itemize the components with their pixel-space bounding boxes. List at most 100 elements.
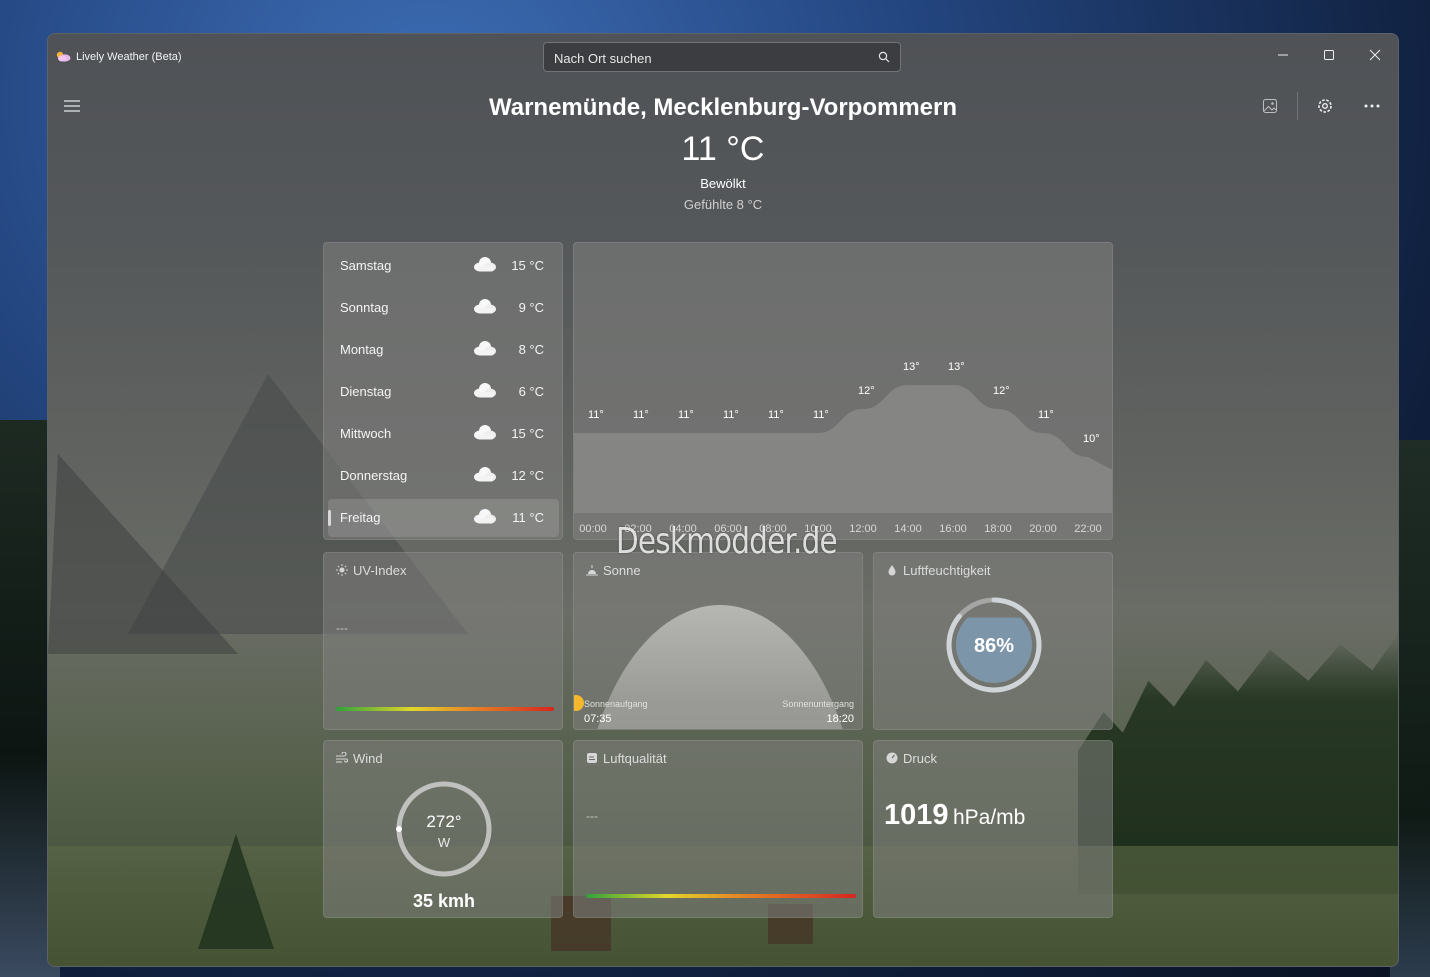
hourly-temp-label: 11° bbox=[633, 409, 649, 421]
sun-icon bbox=[336, 564, 348, 576]
forecast-day-row[interactable]: Sonntag 9 °C bbox=[328, 289, 559, 327]
hourly-temp-label: 13° bbox=[948, 361, 965, 373]
hourly-temp-label: 11° bbox=[768, 409, 784, 421]
sunrise-time: 07:35 bbox=[584, 713, 612, 725]
close-button[interactable] bbox=[1352, 40, 1398, 70]
hourly-chart: 11° 11° 11° 11° 11° 11° 12° 13° 13° 12° 11° 10° 00:0… bbox=[574, 361, 1112, 539]
hourly-time-label: 12:00 bbox=[849, 523, 877, 535]
cloud-icon bbox=[474, 467, 496, 482]
forecast-day-name: Mittwoch bbox=[340, 426, 392, 441]
wind-speed: 35 kmh bbox=[412, 891, 476, 911]
forecast-day-name: Montag bbox=[340, 342, 384, 357]
pressure-title: Druck bbox=[903, 751, 937, 766]
forecast-day-temp: 11 °C bbox=[512, 510, 544, 525]
cloud-icon bbox=[474, 299, 496, 314]
forecast-day-row[interactable]: Donnerstag 12 °C bbox=[328, 457, 559, 495]
minimize-icon bbox=[1278, 54, 1288, 56]
partly-cloudy-icon bbox=[474, 509, 496, 524]
daily-forecast-card: Samstag 15 °C Sonntag 9 °C Montag 8 °C Diensta… bbox=[323, 242, 563, 540]
sun-title: Sonne bbox=[603, 563, 641, 578]
uv-title: UV-Index bbox=[353, 563, 407, 578]
sun-arc bbox=[580, 605, 860, 729]
sunset-label: Sonnenuntergang bbox=[782, 699, 854, 709]
forecast-day-row[interactable]: Freitag 11 °C bbox=[328, 499, 559, 537]
temperature-area bbox=[574, 385, 1112, 513]
search-box[interactable]: Nach Ort suchen bbox=[543, 42, 901, 72]
hourly-temp-label: 13° bbox=[903, 361, 920, 373]
forecast-day-row[interactable]: Montag 8 °C bbox=[328, 331, 559, 369]
close-icon bbox=[1369, 49, 1381, 61]
forecast-day-name: Dienstag bbox=[340, 384, 392, 399]
current-temperature: 11 °C bbox=[681, 130, 765, 168]
sunrise-label: Sonnenaufgang bbox=[584, 699, 648, 709]
hourly-temp-label: 12° bbox=[993, 385, 1010, 397]
wind-degrees: 272° bbox=[426, 812, 462, 831]
pressure-value: 1019 bbox=[884, 799, 949, 831]
search-input[interactable]: Nach Ort suchen bbox=[554, 51, 652, 66]
sun-card: Sonne Sonnenaufgang 07:35 Sonnenuntergan… bbox=[573, 552, 863, 730]
background-tree bbox=[198, 834, 274, 949]
selection-indicator bbox=[328, 510, 331, 526]
hourly-time-label: 20:00 bbox=[1029, 523, 1057, 535]
forecast-day-temp: 15 °C bbox=[511, 426, 544, 441]
hourly-temp-label: 11° bbox=[723, 409, 739, 421]
hourly-temp-label: 11° bbox=[588, 409, 604, 421]
pressure-card: Druck 1019 hPa/mb bbox=[873, 740, 1113, 918]
sunrise-icon bbox=[586, 565, 598, 576]
wind-direction: W bbox=[437, 835, 451, 850]
forecast-day-row[interactable]: Dienstag 6 °C bbox=[328, 373, 559, 411]
hourly-chart-card: 11° 11° 11° 11° 11° 11° 12° 13° 13° 12° 11° 10° 00:0… bbox=[573, 242, 1113, 540]
forecast-day-name: Freitag bbox=[340, 510, 381, 525]
location-title: Warnemünde, Mecklenburg-Vorpommern bbox=[488, 94, 958, 121]
cloud-icon bbox=[474, 341, 496, 356]
forecast-day-row[interactable]: Samstag 15 °C bbox=[328, 247, 559, 285]
humidity-card: Luftfeuchtigkeit 86% bbox=[873, 552, 1113, 730]
hourly-temp-label: 11° bbox=[1038, 409, 1054, 421]
forecast-day-name: Donnerstag bbox=[340, 468, 408, 483]
maximize-button[interactable] bbox=[1306, 40, 1352, 70]
hourly-temp-label: 12° bbox=[858, 385, 875, 397]
uv-scale-bar bbox=[336, 707, 554, 711]
uv-index-card: UV-Index --- bbox=[323, 552, 563, 730]
air-quality-card: Luftqualität --- bbox=[573, 740, 863, 918]
air-quality-title: Luftqualität bbox=[603, 751, 667, 766]
watermark: Deskmodder.de bbox=[616, 521, 838, 562]
hourly-temp-label: 10° bbox=[1083, 433, 1100, 445]
droplet-icon bbox=[888, 565, 896, 576]
forecast-day-row[interactable]: Mittwoch 15 °C bbox=[328, 415, 559, 453]
minimize-button[interactable] bbox=[1260, 40, 1306, 70]
background-mountain bbox=[48, 454, 238, 654]
sunset-time: 18:20 bbox=[826, 713, 854, 725]
hourly-temp-label: 11° bbox=[678, 409, 694, 421]
hourly-temp-label: 11° bbox=[813, 409, 829, 421]
app-window: Lively Weather (Beta) Nach Ort suchen Wa… bbox=[47, 33, 1399, 967]
cloud-icon bbox=[474, 383, 496, 398]
humidity-title: Luftfeuchtigkeit bbox=[903, 563, 991, 578]
wind-title: Wind bbox=[353, 751, 383, 766]
forecast-day-name: Sonntag bbox=[340, 300, 389, 315]
sun-position-icon bbox=[574, 695, 584, 711]
forecast-day-temp: 6 °C bbox=[518, 384, 544, 399]
app-title: Lively Weather (Beta) bbox=[76, 51, 182, 63]
feels-like: Gefühlte 8 °C bbox=[683, 197, 763, 212]
hourly-time-label: 18:00 bbox=[984, 523, 1012, 535]
pressure-unit: hPa/mb bbox=[952, 806, 1026, 829]
current-condition: Bewölkt bbox=[700, 176, 746, 191]
forecast-day-temp: 9 °C bbox=[518, 300, 544, 315]
air-quality-scale-bar bbox=[586, 894, 856, 898]
cloud-icon bbox=[474, 425, 496, 440]
air-quality-icon bbox=[587, 753, 597, 763]
maximize-icon bbox=[1324, 50, 1334, 60]
uv-value: --- bbox=[336, 621, 348, 635]
app-icon bbox=[56, 51, 71, 62]
hourly-time-label: 14:00 bbox=[894, 523, 922, 535]
humidity-value: 86% bbox=[973, 635, 1015, 657]
wind-card: Wind 272° W 35 kmh bbox=[323, 740, 563, 918]
forecast-day-temp: 12 °C bbox=[511, 468, 544, 483]
forecast-day-name: Samstag bbox=[340, 258, 392, 273]
hourly-time-label: 16:00 bbox=[939, 523, 967, 535]
search-icon[interactable] bbox=[878, 51, 890, 63]
gauge-icon bbox=[886, 752, 898, 764]
wind-icon bbox=[336, 752, 348, 763]
air-quality-value: --- bbox=[586, 809, 598, 823]
